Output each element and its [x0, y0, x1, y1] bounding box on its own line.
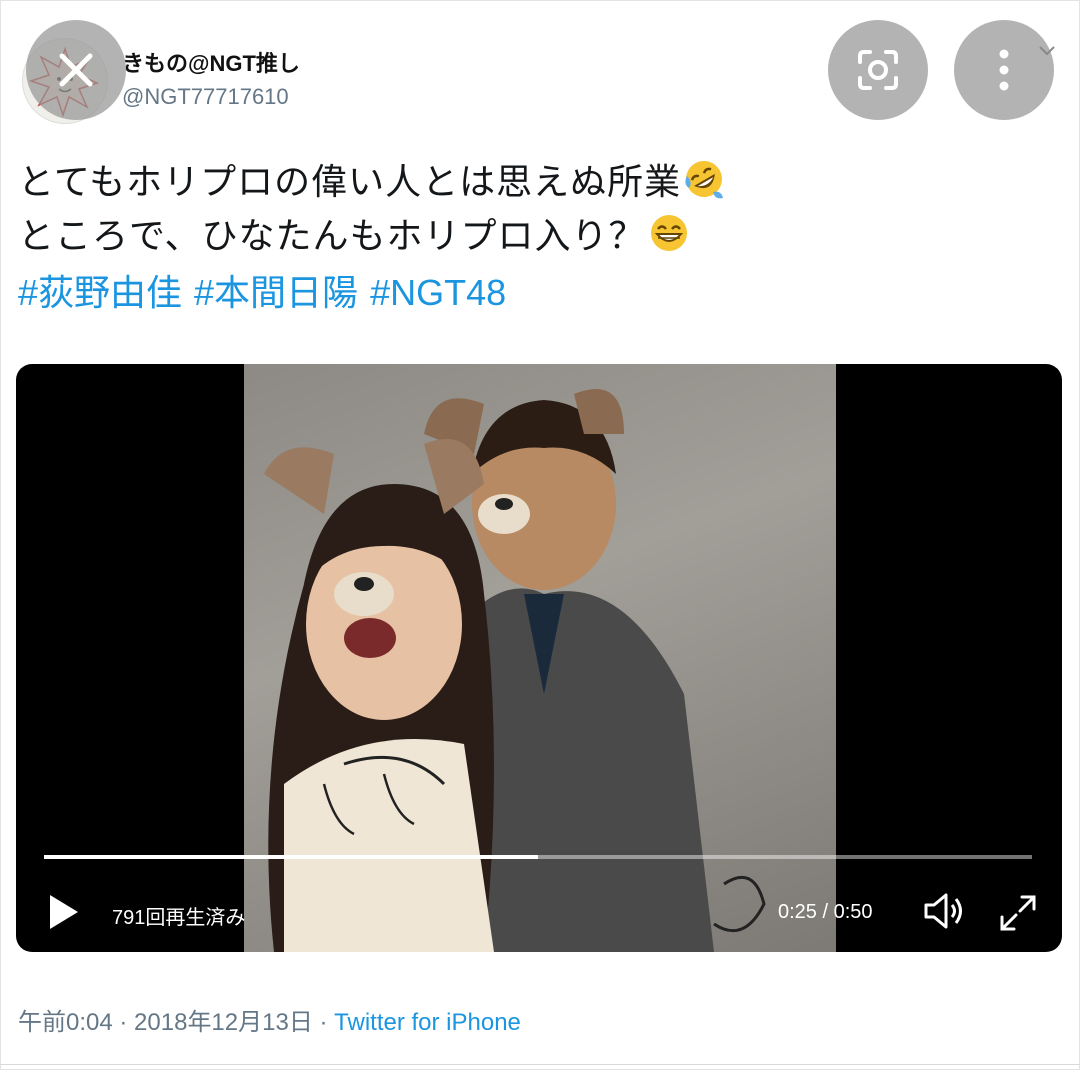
separator: ·: [312, 1009, 335, 1036]
play-icon[interactable]: [46, 892, 82, 932]
tweet-time[interactable]: 午前0:04: [18, 1009, 113, 1036]
more-options-button[interactable]: [954, 20, 1054, 120]
handle[interactable]: @NGT77717610: [122, 84, 289, 110]
video-frame[interactable]: [244, 364, 836, 952]
progress-bar[interactable]: [44, 855, 1032, 859]
close-button[interactable]: [26, 20, 126, 120]
tweet-source[interactable]: Twitter for iPhone: [334, 1009, 521, 1036]
progress-fill: [44, 855, 538, 859]
visual-search-icon: [858, 50, 898, 90]
close-icon: [59, 53, 93, 87]
more-vertical-icon: [999, 49, 1009, 91]
hashtag-link[interactable]: #本間日陽: [194, 272, 358, 313]
grinning-face-emoji: [650, 215, 687, 251]
rolling-on-floor-laughing-emoji: [685, 161, 724, 199]
tweet-footer: 午前0:04 · 2018年12月13日 · Twitter for iPhon…: [18, 1002, 521, 1037]
volume-icon[interactable]: [922, 891, 974, 931]
separator: ·: [112, 1009, 135, 1036]
hashtags: #荻野由佳 #本間日陽 #NGT48: [18, 264, 518, 316]
video-time: 0:25 / 0:50: [778, 901, 873, 923]
view-count: 791回再生済み: [112, 907, 246, 929]
visual-search-button[interactable]: [828, 20, 928, 120]
hashtag-link[interactable]: #NGT48: [370, 272, 506, 313]
tweet-text-line-2: ところで、ひなたんもホリプロ入り？: [18, 207, 690, 259]
chevron-down-icon[interactable]: [1036, 40, 1058, 62]
display-name[interactable]: きもの@NGT推し: [122, 46, 300, 78]
fullscreen-icon[interactable]: [998, 893, 1038, 933]
tweet-text-line-1: とてもホリプロの偉い人とは思えぬ所業: [18, 153, 725, 205]
tweet-text: ところで、ひなたんもホリプロ入り？: [18, 215, 646, 256]
divider: [0, 1064, 1080, 1065]
tweet-date[interactable]: 2018年12月13日: [134, 1009, 313, 1036]
hashtag-link[interactable]: #荻野由佳: [18, 272, 182, 313]
video-player[interactable]: 791回再生済み 0:25 / 0:50: [16, 364, 1062, 952]
tweet-text: とてもホリプロの偉い人とは思えぬ所業: [18, 161, 682, 202]
